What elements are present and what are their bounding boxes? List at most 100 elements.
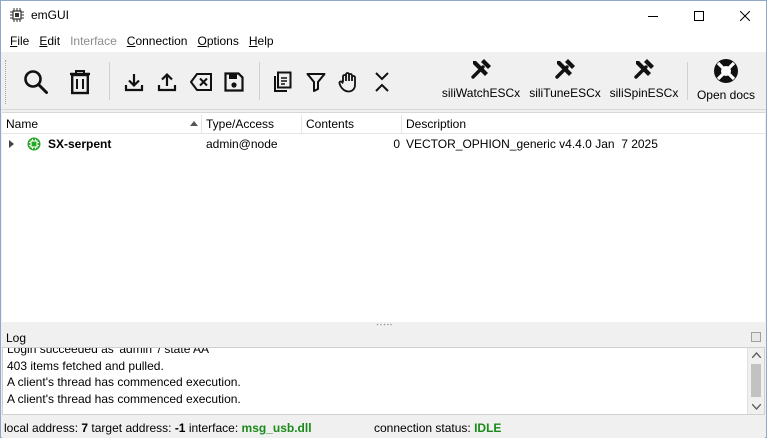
maximize-icon bbox=[694, 11, 704, 21]
tool-label: siliSpinESCx bbox=[609, 86, 679, 100]
column-name-label: Name bbox=[6, 117, 39, 131]
node-chip-icon bbox=[27, 137, 41, 151]
menu-bar: File Edit Interface Connection Options H… bbox=[1, 31, 766, 52]
upload-button[interactable] bbox=[156, 71, 178, 93]
target-address-value: -1 bbox=[174, 421, 186, 435]
close-icon bbox=[740, 11, 750, 21]
tools-icon bbox=[555, 59, 575, 79]
status-bar: local address: 7 target address: -1 inte… bbox=[2, 417, 765, 438]
tool-siliwatchescx[interactable]: siliWatchESCx bbox=[441, 58, 521, 100]
float-dock-button[interactable] bbox=[751, 332, 761, 342]
log-title: Log bbox=[6, 331, 27, 345]
menu-interface: Interface bbox=[65, 31, 122, 52]
trash-icon bbox=[70, 70, 90, 95]
column-type-label: Type/Access bbox=[206, 117, 275, 131]
target-address-label: target address: bbox=[91, 421, 172, 435]
copy-icon bbox=[274, 71, 292, 92]
expand-arrow-icon[interactable] bbox=[9, 140, 14, 148]
tool-silituneescx[interactable]: siliTuneESCx bbox=[528, 58, 602, 100]
collapse-icon bbox=[375, 72, 389, 92]
window-title: emGUI bbox=[31, 8, 70, 22]
tree-view[interactable]: Name Type/Access Contents Description SX… bbox=[2, 112, 765, 322]
log-line: A client's thread has commenced executio… bbox=[7, 375, 241, 389]
scrollbar-thumb[interactable] bbox=[751, 364, 761, 397]
log-scrollbar[interactable] bbox=[747, 348, 764, 414]
clear-icon bbox=[190, 73, 212, 91]
download-icon bbox=[124, 74, 144, 92]
menu-help-label: elp bbox=[257, 34, 274, 48]
filter-button[interactable] bbox=[305, 71, 327, 93]
column-header-name[interactable]: Name bbox=[2, 115, 202, 134]
hand-button[interactable] bbox=[337, 70, 361, 94]
local-address-label: local address: bbox=[4, 421, 79, 435]
status-connection: connection status: IDLE bbox=[374, 421, 501, 435]
menu-file[interactable]: File bbox=[5, 31, 34, 52]
open-docs-label: Open docs bbox=[696, 88, 756, 102]
log-line: 403 items fetched and pulled. bbox=[7, 358, 164, 373]
copy-button[interactable] bbox=[271, 70, 293, 94]
menu-connection-label: onnection bbox=[135, 34, 188, 48]
menu-file-label: ile bbox=[17, 34, 30, 48]
log-output[interactable]: Login succeeded as 'admin' / state AA 40… bbox=[2, 347, 765, 415]
menu-edit-label: dit bbox=[47, 34, 61, 48]
splitter-grip-icon bbox=[376, 323, 392, 326]
connection-status-label: connection status: bbox=[374, 421, 471, 435]
scroll-up-icon[interactable] bbox=[752, 352, 761, 358]
interface-label: interface: bbox=[188, 421, 239, 435]
menu-options-mnemonic: O bbox=[197, 34, 207, 48]
menu-help-mnemonic: H bbox=[248, 34, 258, 48]
node-name: SX-serpent bbox=[48, 137, 112, 151]
column-header-description[interactable]: Description bbox=[402, 115, 765, 134]
menu-interface-label: Interface bbox=[70, 34, 117, 48]
menu-options[interactable]: Options bbox=[192, 31, 243, 52]
column-contents-label: Contents bbox=[306, 117, 355, 131]
minimize-button[interactable] bbox=[630, 1, 676, 31]
menu-connection[interactable]: Connection bbox=[122, 31, 193, 52]
search-icon bbox=[24, 70, 48, 94]
save-icon bbox=[224, 72, 244, 92]
lifebuoy-icon bbox=[714, 59, 738, 83]
save-button[interactable] bbox=[223, 71, 245, 93]
tool-label: siliWatchESCx bbox=[441, 86, 521, 100]
tree-row[interactable]: SX-serpent admin@node 0 VECTOR_OPHION_ge… bbox=[2, 135, 765, 153]
maximize-button[interactable] bbox=[676, 1, 722, 31]
menu-help[interactable]: Help bbox=[244, 31, 279, 52]
menu-options-label: ptions bbox=[206, 34, 239, 48]
clear-button[interactable] bbox=[189, 71, 213, 93]
toolbar-separator bbox=[109, 62, 110, 100]
tool-silispinescx[interactable]: siliSpinESCx bbox=[607, 58, 681, 100]
app-window: emGUI File Edit Interface Connection Opt… bbox=[0, 0, 767, 438]
scroll-down-icon[interactable] bbox=[752, 404, 761, 410]
search-button[interactable] bbox=[21, 67, 51, 97]
node-description: VECTOR_OPHION_generic v4.4.0 Jan 7 2025 bbox=[406, 137, 658, 151]
download-button[interactable] bbox=[123, 71, 145, 93]
close-button[interactable] bbox=[722, 1, 767, 31]
toolbar-separator bbox=[259, 62, 260, 100]
title-bar[interactable]: emGUI bbox=[1, 1, 766, 31]
log-dock-title: Log bbox=[2, 328, 765, 347]
delete-button[interactable] bbox=[65, 67, 95, 97]
collapse-button[interactable] bbox=[371, 70, 393, 94]
toolbar: siliWatchESCx siliTuneESCx siliSpinESCx bbox=[1, 52, 766, 110]
tool-label: siliTuneESCx bbox=[529, 86, 601, 100]
log-lines: Login succeeded as 'admin' / state AA 40… bbox=[7, 347, 747, 407]
interface-value: msg_usb.dll bbox=[241, 421, 312, 435]
node-type-access: admin@node bbox=[206, 137, 278, 151]
column-header-contents[interactable]: Contents bbox=[302, 115, 402, 134]
log-line: A client's thread has commenced executio… bbox=[7, 391, 241, 406]
status-addresses: local address: 7 target address: -1 inte… bbox=[4, 421, 312, 435]
upload-icon bbox=[157, 72, 177, 92]
chip-icon bbox=[10, 8, 24, 22]
menu-edit[interactable]: Edit bbox=[34, 31, 65, 52]
log-line: Login succeeded as 'admin' / state AA bbox=[7, 347, 210, 356]
node-contents: 0 bbox=[393, 137, 400, 151]
column-header-type-access[interactable]: Type/Access bbox=[202, 115, 302, 134]
open-docs-button[interactable]: Open docs bbox=[693, 58, 759, 102]
toolbar-separator bbox=[687, 62, 688, 100]
minimize-icon bbox=[648, 16, 658, 17]
column-description-label: Description bbox=[406, 117, 467, 131]
toolbar-grip[interactable] bbox=[5, 60, 8, 104]
hand-icon bbox=[338, 72, 356, 93]
filter-icon bbox=[306, 73, 326, 92]
sort-ascending-icon bbox=[190, 121, 198, 126]
